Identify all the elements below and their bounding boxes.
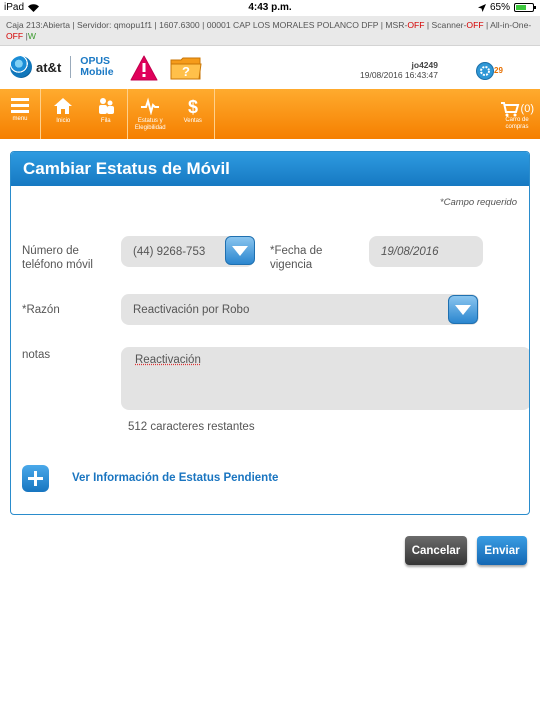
svg-text:$: $ xyxy=(188,97,198,115)
clock: 4:43 p.m. xyxy=(248,2,292,13)
effective-date-field[interactable]: 19/08/2016 xyxy=(369,236,483,267)
shopping-cart[interactable]: (0) Carro de compras xyxy=(500,101,534,131)
dollar-icon: $ xyxy=(188,97,198,115)
reason-select[interactable]: Reactivación por Robo xyxy=(121,294,479,325)
effective-date-value: 19/08/2016 xyxy=(381,245,439,258)
nav-estatus-label: Estatus y Elegibilidad xyxy=(134,118,166,131)
nav-fila[interactable]: Fila xyxy=(85,89,128,139)
reason-value: Reactivación por Robo xyxy=(133,303,250,316)
phone-label: Número de teléfono móvil xyxy=(22,245,93,271)
characters-remaining: 512 caracteres restantes xyxy=(128,421,255,433)
logo-divider xyxy=(70,56,72,78)
brand-name: at&t xyxy=(36,59,62,75)
nav-inicio-label: Inicio xyxy=(56,118,71,124)
reason-label: *Razón xyxy=(22,304,60,316)
required-note: *Campo requerido xyxy=(439,197,517,208)
product-name: OPUS Mobile xyxy=(80,56,113,78)
separator: | xyxy=(426,20,430,30)
separator: | xyxy=(380,20,383,30)
expand-pending-button[interactable] xyxy=(22,465,49,492)
allinone-label: All-in-One- xyxy=(490,20,532,30)
pulse-icon xyxy=(141,97,160,115)
queue-people-icon xyxy=(98,98,114,114)
nav-menu[interactable]: menu xyxy=(0,89,40,139)
cart-icon xyxy=(500,102,519,117)
store-name: 00001 CAP LOS MORALES POLANCO DFP xyxy=(206,20,379,30)
nav-estatus[interactable]: Estatus y Elegibilidad xyxy=(129,89,172,139)
nav-ventas-label: Ventas xyxy=(183,118,202,124)
att-opus-logo: at&t OPUS Mobile xyxy=(10,56,114,78)
notification-count: 29 xyxy=(494,66,503,75)
cart-label: Carro de compras xyxy=(505,117,529,130)
w-indicator: W xyxy=(27,31,36,41)
nav-ventas[interactable]: $ Ventas xyxy=(172,89,215,139)
register-status: Caja 213:Abierta xyxy=(6,20,71,30)
notification-gear-icon xyxy=(480,66,490,76)
username: jo4249 xyxy=(411,60,438,70)
app-version: 1607.6300 xyxy=(159,20,200,30)
ios-status-bar: iPad 4:43 p.m. 65% xyxy=(0,0,540,16)
app-header: at&t OPUS Mobile ? jo4249 19/08/2016 16:… xyxy=(0,47,540,89)
nav-inicio[interactable]: Inicio xyxy=(42,89,85,139)
scanner-label: Scanner- xyxy=(431,20,467,30)
notes-value: Reactivación xyxy=(135,354,201,366)
hamburger-menu-icon xyxy=(11,98,29,113)
cancel-button[interactable]: Cancelar xyxy=(405,536,467,565)
help-folder-icon[interactable]: ? xyxy=(170,56,202,80)
notifications-icon[interactable] xyxy=(476,62,494,80)
notes-label: notas xyxy=(22,349,51,361)
panel-title: Cambiar Estatus de Móvil xyxy=(11,152,529,186)
session-info-bar: Caja 213:Abierta | Servidor: qmopu1f1 | … xyxy=(0,16,540,46)
chevron-down-icon xyxy=(232,245,248,256)
battery-icon xyxy=(514,3,536,12)
plus-icon xyxy=(28,471,43,486)
home-icon xyxy=(54,98,73,114)
main-navigation: menu Inicio Fila Estatus y Elegibilidad … xyxy=(0,89,540,139)
reason-dropdown-button[interactable] xyxy=(448,295,478,324)
notes-textarea[interactable]: Reactivación xyxy=(121,347,529,410)
phone-number-value: (44) 9268-753 xyxy=(133,245,206,258)
cart-count: (0) xyxy=(520,102,534,115)
alert-icon[interactable] xyxy=(130,55,158,81)
msr-status: OFF xyxy=(407,20,425,30)
send-button[interactable]: Enviar xyxy=(477,536,527,565)
allinone-status: OFF xyxy=(6,31,24,41)
phone-dropdown-button[interactable] xyxy=(225,236,255,265)
chevron-down-icon xyxy=(455,304,471,315)
separator: | xyxy=(202,20,205,30)
change-status-panel: Cambiar Estatus de Móvil *Campo requerid… xyxy=(10,151,530,515)
session-datetime: 19/08/2016 16:43:47 xyxy=(360,70,438,80)
product-line-2: Mobile xyxy=(80,66,114,78)
separator: | xyxy=(154,20,157,30)
att-globe-icon xyxy=(10,56,32,78)
msr-label: MSR- xyxy=(385,20,408,30)
scanner-status: OFF xyxy=(466,20,484,30)
nav-fila-label: Fila xyxy=(100,118,111,124)
battery-percent: 65% xyxy=(489,2,510,13)
separator: | xyxy=(72,20,75,30)
svg-text:?: ? xyxy=(182,64,190,79)
date-label: *Fecha de vigencia xyxy=(270,245,323,271)
pending-status-link[interactable]: Ver Información de Estatus Pendiente xyxy=(72,472,278,484)
server-name: Servidor: qmopu1f1 xyxy=(77,20,153,30)
user-info: jo4249 19/08/2016 16:43:47 xyxy=(360,60,438,80)
separator: | xyxy=(485,20,489,30)
nav-menu-label: menu xyxy=(12,116,28,122)
location-icon xyxy=(477,3,486,12)
